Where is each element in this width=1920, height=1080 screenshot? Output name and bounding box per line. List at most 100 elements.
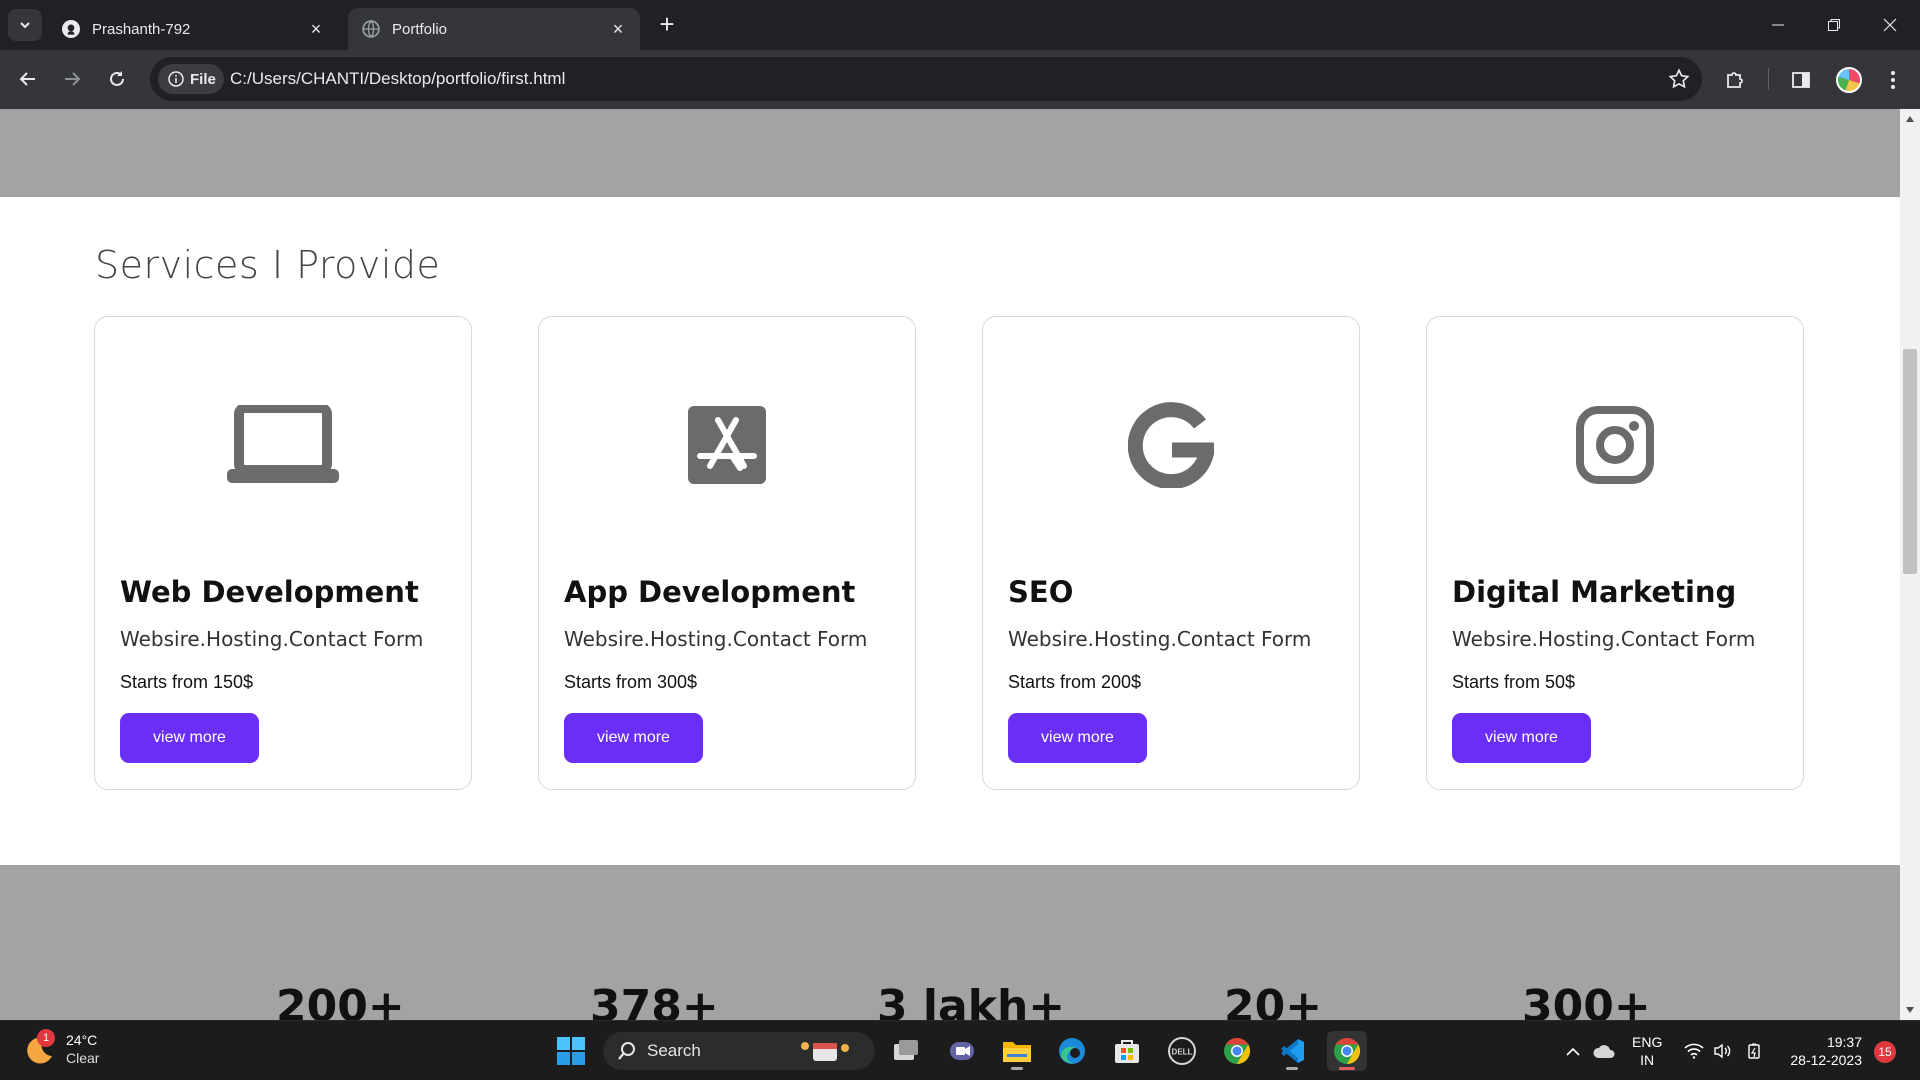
notification-count-badge[interactable]: 15 [1874,1041,1896,1063]
vscode-icon [1281,1039,1304,1063]
card-description: Websire.Hosting.Contact Form [120,627,424,651]
microsoft-store-app[interactable] [1107,1031,1147,1071]
stat-value: 378+ [590,981,719,1020]
tab-search-button[interactable] [8,9,42,41]
scrollbar-thumb[interactable] [1903,349,1917,574]
new-tab-button[interactable]: + [652,10,682,40]
reload-button[interactable] [101,63,133,95]
chrome-app-active[interactable] [1327,1031,1367,1071]
globe-icon [362,20,380,38]
card-title: SEO [1008,575,1074,609]
clock-date: 28-12-2023 [1790,1052,1862,1068]
chevron-up-icon [1566,1047,1580,1056]
restore-icon [1828,19,1840,31]
card-price: Starts from 200$ [1008,672,1142,692]
google-icon [983,395,1359,495]
view-more-button[interactable]: view more [120,713,259,763]
weather-badge: 1 [37,1029,55,1047]
onedrive-tray[interactable] [1592,1021,1616,1080]
stat-value: 200+ [276,981,405,1020]
view-more-button[interactable]: view more [1008,713,1147,763]
browser-menu-button[interactable] [1878,65,1908,95]
weather-condition: Clear [66,1050,100,1066]
minimize-button[interactable] [1750,0,1806,50]
tab-label: Portfolio [392,20,448,38]
view-more-button[interactable]: view more [1452,713,1591,763]
vscode-app[interactable] [1272,1031,1312,1071]
start-button[interactable] [551,1031,591,1071]
language-line2: IN [1640,1052,1655,1068]
restore-button[interactable] [1806,0,1862,50]
app-store-icon [539,395,915,495]
edge-icon [1059,1038,1085,1064]
side-panel-button[interactable] [1786,65,1816,95]
language-line1: ENG [1632,1034,1663,1050]
windows-icon [557,1037,585,1065]
search-icon [618,1042,635,1060]
card-price: Starts from 300$ [564,672,698,692]
wifi-icon [1684,1043,1704,1059]
page-scrollbar[interactable] [1900,109,1920,1020]
extensions-button[interactable] [1720,65,1750,95]
services-heading: Services I Provide [95,243,441,287]
card-title: App Development [564,575,856,609]
reload-icon [110,71,124,86]
arrow-left-icon [19,72,35,86]
scroll-down-button[interactable] [1900,1000,1920,1020]
tab-portfolio[interactable]: Portfolio × [348,8,640,50]
page-viewport: Services I Provide Web Development Websi… [0,109,1920,1020]
dell-app[interactable]: DELL [1162,1031,1202,1071]
address-bar[interactable]: File C:/Users/CHANTI/Desktop/portfolio/f… [150,57,1702,101]
battery-tray[interactable] [1745,1021,1765,1080]
show-hidden-icons-button[interactable] [1565,1021,1581,1080]
hero-section-bottom [0,109,1900,197]
site-info-chip[interactable]: File [158,64,224,94]
profile-avatar[interactable] [1836,67,1862,93]
services-section: Services I Provide Web Development Websi… [0,197,1900,865]
close-window-button[interactable] [1862,0,1918,50]
card-description: Websire.Hosting.Contact Form [564,627,868,651]
task-view-button[interactable] [886,1031,926,1071]
weather-widget[interactable]: 1 24°C Clear [22,1029,100,1067]
close-icon[interactable]: × [610,20,626,38]
moon-icon: 1 [22,1029,56,1066]
bookmark-button[interactable] [1668,68,1690,95]
chrome-icon [1334,1037,1361,1065]
edge-browser-app[interactable] [1052,1031,1092,1071]
browser-toolbar: File C:/Users/CHANTI/Desktop/portfolio/f… [0,50,1920,109]
close-icon[interactable]: × [308,20,324,38]
tab-strip: Prashanth-792 × Portfolio × + [0,0,1920,50]
card-title: Web Development [120,575,419,609]
card-description: Websire.Hosting.Contact Form [1008,627,1312,651]
chrome-app[interactable] [1217,1031,1257,1071]
clock[interactable]: 19:37 28-12-2023 [1782,1033,1862,1069]
network-tray[interactable] [1684,1021,1704,1080]
card-title: Digital Marketing [1452,575,1737,609]
forward-button[interactable] [56,63,88,95]
card-description: Websire.Hosting.Contact Form [1452,627,1756,651]
stat-value: 20+ [1224,981,1323,1020]
star-icon [1668,68,1690,89]
tab-github[interactable]: Prashanth-792 × [48,8,338,50]
toolbar-divider [1768,68,1769,90]
triangle-up-icon [1906,116,1914,122]
task-view-icon [894,1040,918,1060]
arrow-right-icon [65,72,81,86]
instagram-icon [1427,395,1803,495]
language-indicator[interactable]: ENG IN [1632,1033,1662,1069]
scheme-label: File [190,70,216,88]
scroll-up-button[interactable] [1900,109,1920,129]
battery-icon [1748,1043,1760,1059]
volume-tray[interactable] [1713,1021,1733,1080]
taskbar-search[interactable]: Search [603,1032,875,1070]
weather-temp: 24°C [66,1032,98,1048]
laptop-icon [95,395,471,495]
file-explorer-app[interactable] [997,1031,1037,1071]
view-more-button[interactable]: view more [564,713,703,763]
back-button[interactable] [12,63,44,95]
teams-chat-app[interactable] [942,1031,982,1071]
url-text[interactable]: C:/Users/CHANTI/Desktop/portfolio/first.… [230,69,565,89]
info-icon [168,71,184,87]
service-card-digital-marketing: Digital Marketing Websire.Hosting.Contac… [1426,316,1804,790]
github-icon [62,20,80,38]
